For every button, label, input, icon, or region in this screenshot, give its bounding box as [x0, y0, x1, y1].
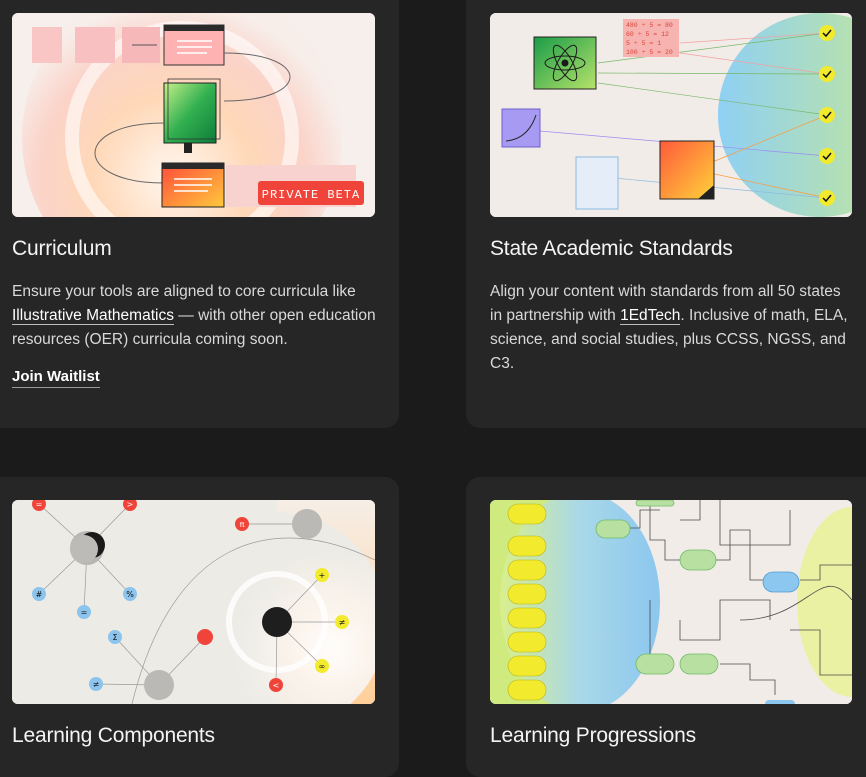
- svg-text:π: π: [240, 520, 245, 529]
- svg-text:#: #: [36, 590, 43, 599]
- svg-text:∞: ∞: [319, 662, 326, 671]
- card-title-learning-progressions: Learning Progressions: [490, 724, 696, 747]
- card-title-state-standards: State Academic Standards: [490, 237, 733, 260]
- svg-text:<: <: [273, 681, 280, 690]
- illustrative-mathematics-link[interactable]: Illustrative Mathematics: [12, 307, 174, 325]
- learning-components-illustration: = > # % = Σ ≠ π + ≠ ∞ <: [12, 500, 375, 704]
- join-waitlist-link[interactable]: Join Waitlist: [12, 368, 100, 388]
- svg-text:%: %: [126, 590, 134, 599]
- svg-text:=: =: [36, 500, 43, 509]
- card-description-curriculum: Ensure your tools are aligned to core cu…: [12, 283, 376, 348]
- svg-text:Σ: Σ: [112, 633, 117, 642]
- svg-text:+: +: [319, 571, 326, 580]
- learning-progressions-illustration: [490, 500, 852, 704]
- svg-text:=: =: [81, 608, 88, 617]
- card-title-curriculum: Curriculum: [12, 237, 112, 260]
- standards-illustration: 480 ÷ 5 = 80 60 ÷ 5 = 12 5 ÷ 5 = 1 100 ÷…: [490, 13, 852, 217]
- card-description-state-standards: Align your content with standards from a…: [490, 283, 848, 372]
- svg-text:≠: ≠: [339, 618, 346, 627]
- svg-text:>: >: [127, 500, 134, 509]
- private-beta-badge: PRIVATE BETA: [262, 188, 360, 202]
- 1edtech-link[interactable]: 1EdTech: [620, 307, 681, 325]
- card-title-learning-components: Learning Components: [12, 724, 215, 747]
- curriculum-illustration: PRIVATE BETA: [12, 13, 375, 217]
- svg-text:≠: ≠: [93, 680, 100, 689]
